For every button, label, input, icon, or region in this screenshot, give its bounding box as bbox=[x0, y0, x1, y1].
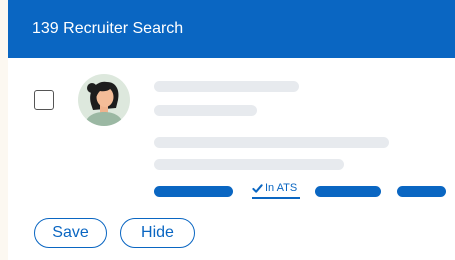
card-header: 139 Recruiter Search bbox=[8, 0, 455, 58]
checkmark-icon bbox=[252, 183, 263, 194]
skeleton-line bbox=[154, 137, 389, 148]
skeleton-line bbox=[154, 159, 344, 170]
skeleton-title bbox=[154, 105, 257, 116]
save-button[interactable]: Save bbox=[34, 218, 107, 248]
candidate-card: 139 Recruiter Search In ATS Save Hide bbox=[8, 0, 455, 260]
header-title: 139 Recruiter Search bbox=[32, 20, 184, 37]
hide-button[interactable]: Hide bbox=[120, 218, 195, 248]
person-avatar-icon bbox=[78, 74, 130, 126]
skeleton-link bbox=[154, 186, 233, 197]
skeleton-link bbox=[315, 186, 381, 197]
in-ats-label: In ATS bbox=[265, 182, 298, 194]
skeleton-name bbox=[154, 81, 299, 92]
select-checkbox[interactable] bbox=[34, 90, 54, 110]
in-ats-badge[interactable]: In ATS bbox=[252, 179, 300, 199]
skeleton-link bbox=[397, 186, 446, 197]
